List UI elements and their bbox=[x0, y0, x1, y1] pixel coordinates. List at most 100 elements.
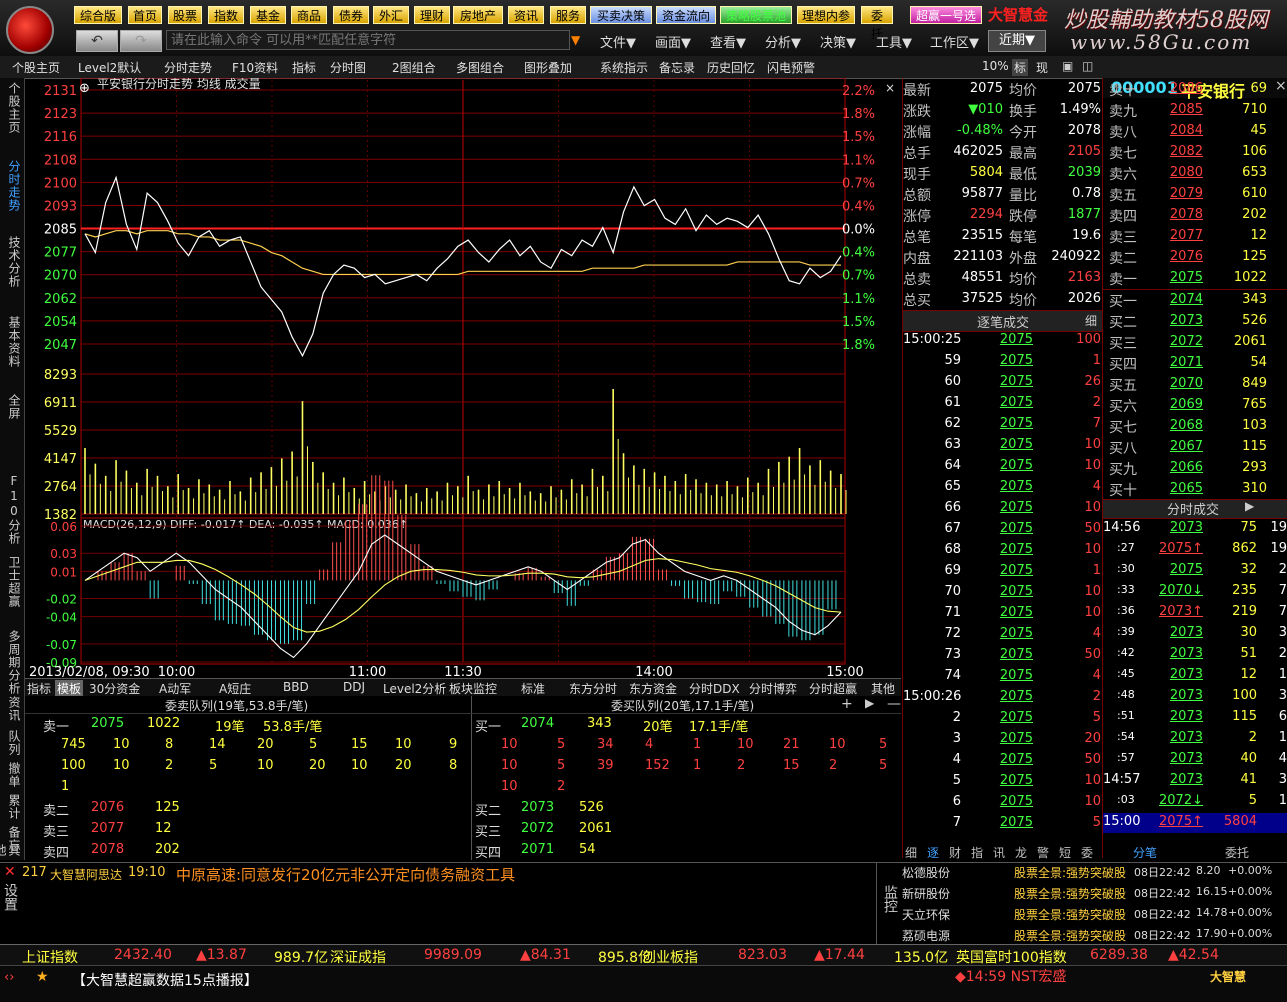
settings-tab[interactable]: 设置 bbox=[2, 883, 20, 911]
indicator-tab-9[interactable]: 标准 bbox=[521, 680, 545, 697]
collapse-icon[interactable]: ◫ bbox=[1082, 59, 1093, 73]
indicator-tab-11[interactable]: 东方资金 bbox=[629, 680, 677, 697]
indicator-tab-10[interactable]: 东方分时 bbox=[569, 680, 617, 697]
scroll-arrows-icon[interactable]: ‹› bbox=[4, 970, 14, 985]
left-tab-7[interactable]: 多周期分析 bbox=[3, 630, 21, 695]
toggle-icon[interactable]: ▣ bbox=[1062, 59, 1073, 73]
indicator-tab-8[interactable]: 板块监控 bbox=[449, 680, 497, 697]
command-input[interactable]: 请在此输入命令 可以用**匹配任意字符 bbox=[166, 30, 570, 50]
book-footer-tab-1[interactable]: 委托 bbox=[1225, 844, 1249, 861]
quote-footer-tab[interactable]: 警 bbox=[1037, 844, 1049, 861]
indicator-tab-2[interactable]: 30分资金 bbox=[89, 680, 140, 697]
top-button-1[interactable]: 首页 bbox=[128, 6, 162, 24]
toolbar-item-7[interactable]: 多图组合 bbox=[456, 59, 504, 76]
toolbar-item-14[interactable]: 标 bbox=[1012, 59, 1029, 76]
news-headline[interactable]: 中原高速:同意发行20亿元非公开定向债务融资工具 bbox=[176, 864, 515, 885]
app-logo[interactable] bbox=[6, 6, 54, 54]
trades-next-icon[interactable]: ▶ bbox=[1245, 499, 1254, 513]
indicator-tab-15[interactable]: 其他 bbox=[871, 680, 895, 697]
top-button-10[interactable]: 资讯 bbox=[508, 6, 544, 24]
toolbar-item-11[interactable]: 历史回忆 bbox=[707, 59, 755, 76]
index-name[interactable]: 上证指数 bbox=[22, 947, 78, 967]
top-button-13[interactable]: 资金流向 bbox=[656, 6, 716, 24]
toolbar-item-6[interactable]: 2图组合 bbox=[392, 59, 436, 76]
menu-2[interactable]: 查看▼ bbox=[710, 32, 746, 51]
toolbar-item-1[interactable]: Level2默认 bbox=[78, 59, 141, 76]
left-tab-4[interactable]: 全屏 bbox=[3, 394, 21, 420]
alert-stock[interactable]: 松德股份 bbox=[902, 864, 950, 881]
alert-stock[interactable]: 天立环保 bbox=[902, 906, 950, 923]
minimize-icon[interactable]: — bbox=[887, 696, 901, 712]
back-arrow-icon[interactable]: ↶ bbox=[76, 30, 118, 52]
command-dropdown-icon[interactable]: ▼ bbox=[571, 30, 585, 50]
top-button-7[interactable]: 外汇 bbox=[373, 6, 409, 24]
indicator-tab-14[interactable]: 分时超赢 bbox=[809, 680, 857, 697]
index-name[interactable]: 英国富时100指数 bbox=[956, 947, 1067, 967]
top-button-11[interactable]: 服务 bbox=[550, 6, 586, 24]
indicator-tab-6[interactable]: DDJ bbox=[343, 680, 365, 694]
alert-text[interactable]: ◆14:59 NST宏盛 bbox=[955, 966, 1066, 986]
left-tab-9[interactable]: 队列 bbox=[3, 730, 21, 756]
toolbar-item-13[interactable]: 10% bbox=[982, 59, 1009, 73]
arrow-right-icon[interactable]: ▶ bbox=[865, 696, 874, 710]
ticks-detail-button[interactable]: 细 bbox=[1085, 312, 1097, 329]
toolbar-item-4[interactable]: 指标 bbox=[292, 59, 316, 76]
indicator-tab-0[interactable]: 指标 bbox=[27, 680, 51, 697]
quote-footer-tab[interactable]: 龙 bbox=[1015, 844, 1027, 861]
indicator-tab-1[interactable]: 模板 bbox=[55, 680, 84, 697]
book-close-icon[interactable]: × bbox=[1275, 78, 1287, 94]
indicator-tab-3[interactable]: A动军 bbox=[159, 680, 191, 697]
intraday-chart[interactable]: 2131 2.2% 2123 1.8% 2116 1.5% 2108 1.1% 2100 0.7%… bbox=[25, 78, 901, 678]
left-tab-2[interactable]: 技术分析 bbox=[3, 236, 21, 288]
quote-footer-tab[interactable]: 委 bbox=[1081, 844, 1093, 861]
toolbar-item-2[interactable]: 分时走势 bbox=[164, 59, 212, 76]
quote-footer-tab[interactable]: 短 bbox=[1059, 844, 1071, 861]
left-tab-8[interactable]: 资讯 bbox=[3, 696, 21, 722]
close-icon[interactable]: ✕ bbox=[4, 864, 16, 880]
quote-footer-tab[interactable]: 财 bbox=[949, 844, 961, 861]
alert-stock[interactable]: 荔硕电源 bbox=[902, 927, 950, 944]
top-button-6[interactable]: 债券 bbox=[333, 6, 369, 24]
quote-footer-tab[interactable]: 逐 bbox=[927, 844, 939, 861]
left-tab-6[interactable]: 卫士超赢 bbox=[3, 556, 21, 608]
menu-6[interactable]: 工作区▼ bbox=[930, 32, 979, 51]
left-tab-11[interactable]: 累计 bbox=[3, 794, 21, 820]
recent-dropdown[interactable]: 近期▼ bbox=[988, 30, 1046, 52]
quote-footer-tab[interactable]: 指 bbox=[971, 844, 983, 861]
top-button-4[interactable]: 基金 bbox=[250, 6, 286, 24]
indicator-tab-4[interactable]: A短庄 bbox=[219, 680, 251, 697]
top-button-2[interactable]: 股票 bbox=[168, 6, 202, 24]
top-button-0[interactable]: 综合版 bbox=[74, 6, 122, 24]
menu-0[interactable]: 文件▼ bbox=[600, 32, 636, 51]
index-name[interactable]: 创业板指 bbox=[642, 947, 698, 967]
toolbar-item-15[interactable]: 现 bbox=[1036, 59, 1048, 76]
indicator-tab-12[interactable]: 分时DDX bbox=[689, 680, 740, 697]
indicator-tab-5[interactable]: BBD bbox=[283, 680, 309, 694]
top-button-8[interactable]: 理财 bbox=[414, 6, 450, 24]
ticker-text[interactable]: 【大智慧超赢数据15点播报】 bbox=[72, 970, 258, 990]
top-button-9[interactable]: 房地产 bbox=[453, 6, 503, 24]
top-button-16[interactable]: 委托 bbox=[861, 6, 893, 41]
top-button-5[interactable]: 商品 bbox=[291, 6, 327, 24]
left-tab-5[interactable]: F10分析 bbox=[3, 474, 21, 545]
add-icon[interactable]: + bbox=[841, 696, 853, 712]
toolbar-item-0[interactable]: 个股主页 bbox=[12, 59, 60, 76]
toolbar-item-3[interactable]: F10资料 bbox=[232, 59, 278, 76]
left-tab-3[interactable]: 基本资料 bbox=[3, 316, 21, 368]
toolbar-item-12[interactable]: 闪电预警 bbox=[767, 59, 815, 76]
toolbar-item-8[interactable]: 图形叠加 bbox=[524, 59, 572, 76]
top-button-17[interactable]: 超赢一号选 bbox=[910, 6, 982, 24]
indicator-tab-13[interactable]: 分时博弈 bbox=[749, 680, 797, 697]
quote-footer-tab[interactable]: 细 bbox=[905, 844, 917, 861]
monitor-tab[interactable]: 监控 bbox=[882, 885, 900, 913]
toolbar-item-10[interactable]: 备忘录 bbox=[659, 59, 695, 76]
alert-stock[interactable]: 新研股份 bbox=[902, 885, 950, 902]
forward-arrow-icon[interactable]: ↷ bbox=[120, 30, 162, 52]
top-button-3[interactable]: 指数 bbox=[208, 6, 244, 24]
toolbar-item-9[interactable]: 系统指示 bbox=[600, 59, 648, 76]
top-button-15[interactable]: 理想内参 bbox=[797, 6, 855, 24]
top-button-12[interactable]: 买卖决策 bbox=[590, 6, 652, 24]
menu-1[interactable]: 画面▼ bbox=[655, 32, 691, 51]
toolbar-item-5[interactable]: 分时图 bbox=[330, 59, 366, 76]
menu-3[interactable]: 分析▼ bbox=[765, 32, 801, 51]
